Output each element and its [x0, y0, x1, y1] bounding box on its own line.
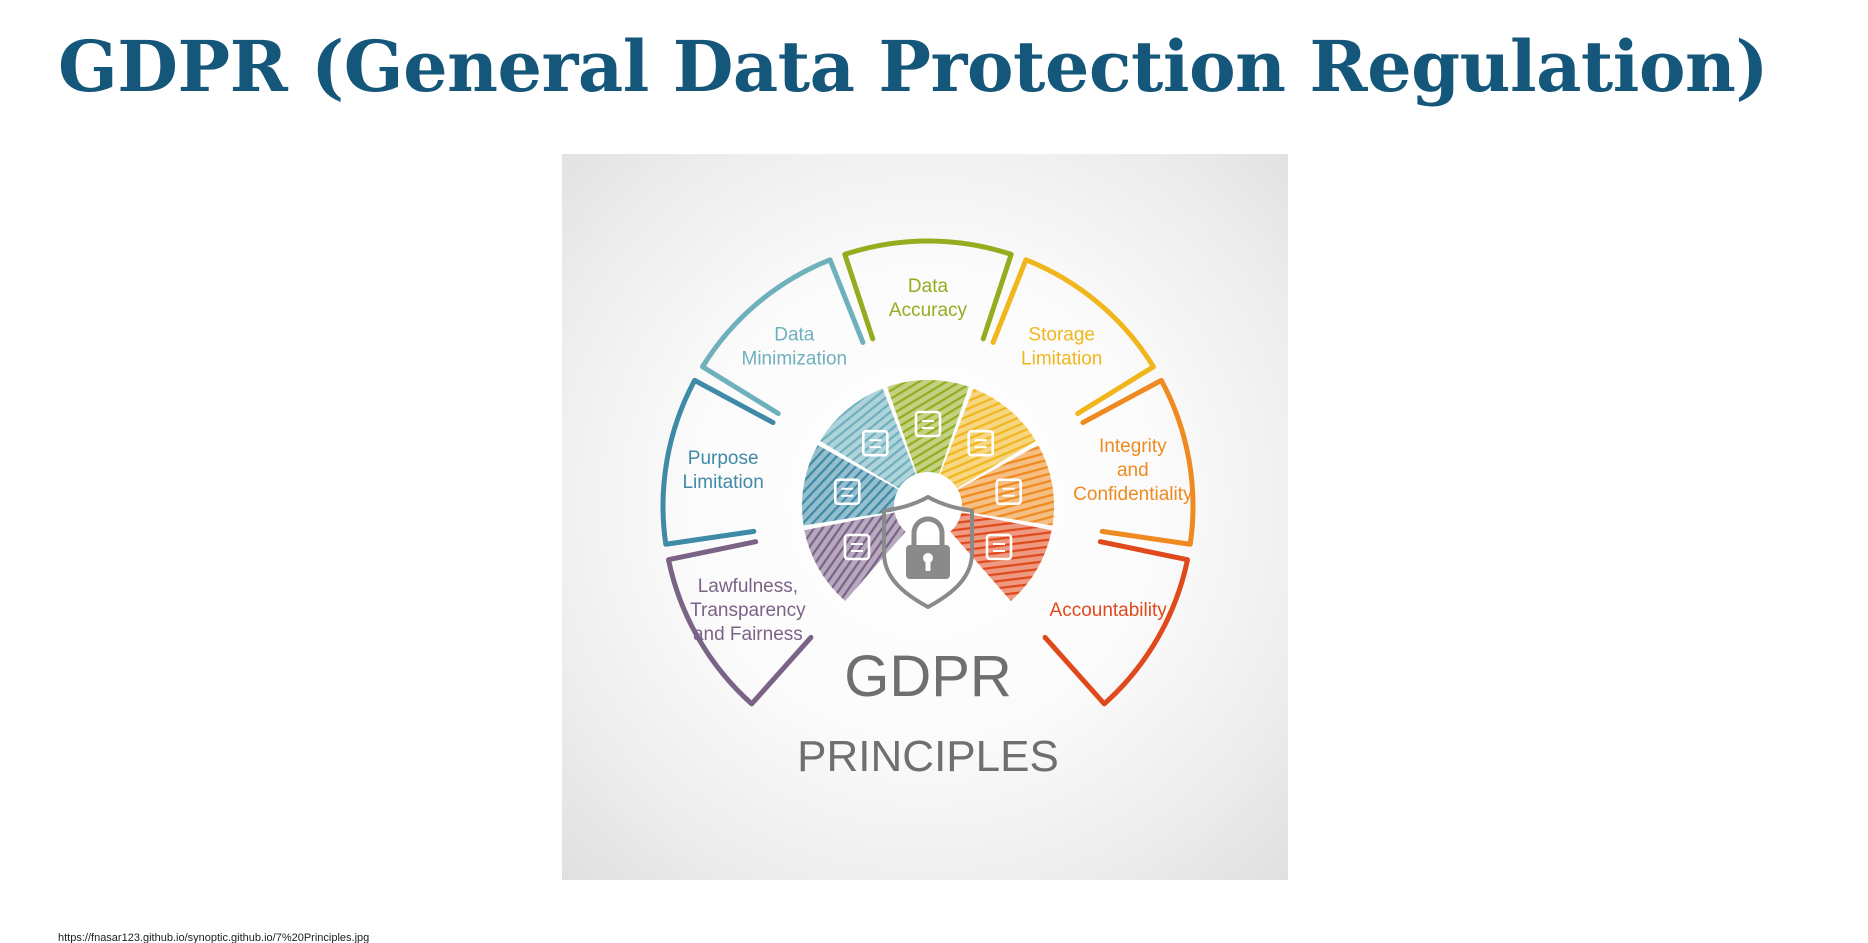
figure-center-subtitle: PRINCIPLES — [797, 732, 1059, 781]
segment-label: Integrity and Confidentiality — [1073, 436, 1193, 505]
segment-label: Lawfulness, Transparency and Fairness — [690, 576, 806, 645]
figure-center-title: GDPR — [844, 644, 1012, 709]
segment-label: Data Minimization — [742, 325, 848, 370]
segment-label: Data Accuracy — [889, 276, 968, 321]
segment-label: Storage Limitation — [1021, 325, 1102, 370]
segment-label: Accountability — [1050, 600, 1168, 621]
segment-wedge — [804, 512, 906, 601]
image-source-url: https://fnasar123.github.io/synoptic.git… — [58, 932, 370, 943]
segment-label: Purpose Limitation — [682, 448, 763, 493]
gdpr-principles-wheel: Lawfulness, Transparency and Fairness Purpo… — [660, 238, 1196, 781]
segment-outline — [1042, 539, 1190, 707]
segment-wedge — [950, 512, 1052, 601]
gdpr-principles-figure: Lawfulness, Transparency and Fairness Purpo… — [562, 154, 1288, 880]
slide-title: GDPR (General Data Protection Regulation… — [58, 25, 1769, 108]
slide: GDPR (General Data Protection Regulation… — [0, 0, 1868, 943]
segment-outline — [666, 539, 814, 707]
